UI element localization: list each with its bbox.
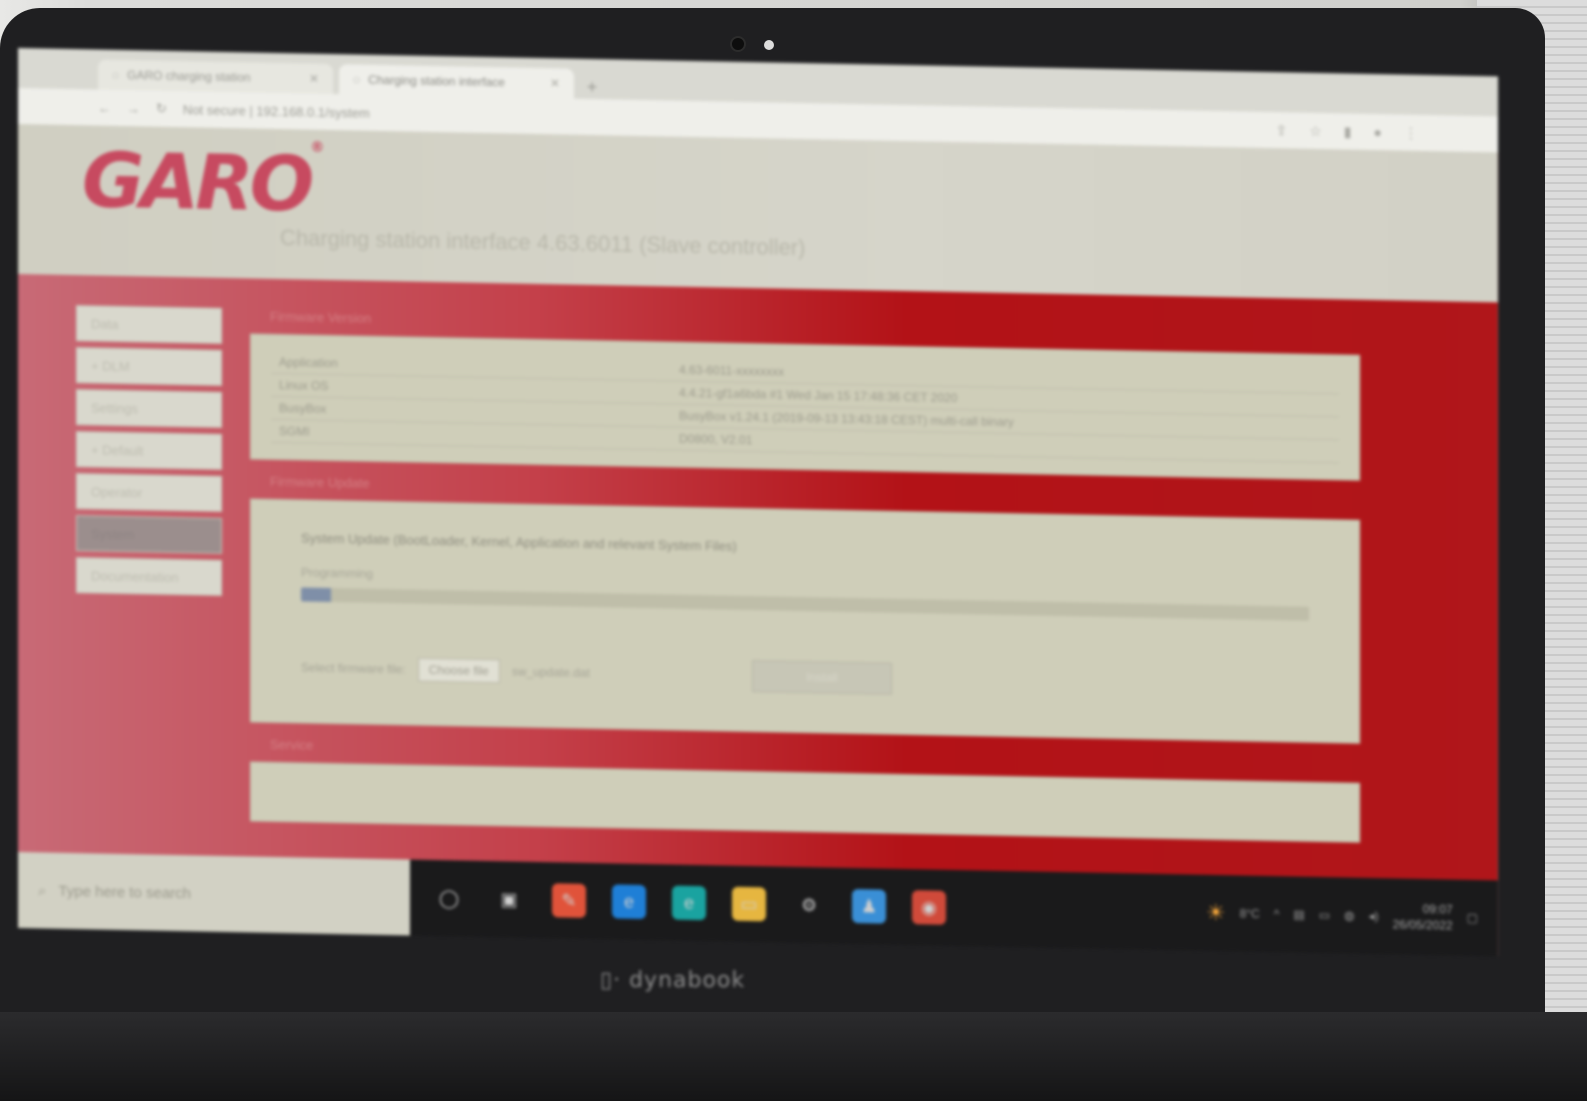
- sidebar-item-data[interactable]: Data: [76, 305, 222, 344]
- sidebar-item-operator[interactable]: Operator: [76, 473, 222, 512]
- file-select-label: Select firmware file:: [301, 660, 406, 677]
- webcam-icon: [730, 36, 746, 52]
- page-title: Charging station interface 4.63.6011 (Sl…: [280, 225, 806, 261]
- webcam-bar: [610, 26, 910, 62]
- sidepanel-icon[interactable]: ▮: [1344, 123, 1352, 140]
- close-icon[interactable]: ✕: [550, 76, 560, 90]
- temperature: 8°C: [1239, 906, 1260, 921]
- firmware-update-description: System Update (BootLoader, Kernel, Appli…: [301, 530, 737, 554]
- browser-toolbar-icons: ⇪ ☆ ▮ ● ⋮: [1276, 122, 1418, 142]
- favicon-icon: ◌: [112, 67, 120, 82]
- reload-icon[interactable]: ↻: [156, 101, 167, 117]
- taskbar-search[interactable]: ⌕ Type here to search: [18, 852, 410, 936]
- share-icon[interactable]: ⇪: [1276, 122, 1288, 139]
- service-panel: [250, 761, 1360, 843]
- version-label: BusyBox: [279, 401, 327, 416]
- sidebar-item-dlm[interactable]: + DLM: [76, 347, 222, 386]
- version-label: SGMI: [279, 424, 310, 439]
- cortana-icon[interactable]: ◯: [432, 881, 466, 916]
- version-label: Application: [279, 355, 338, 371]
- tab-label: GARO charging station: [127, 68, 251, 85]
- selected-file-name: sw_update.dat: [511, 664, 590, 680]
- profile-icon[interactable]: ●: [1374, 124, 1382, 141]
- file-explorer-icon[interactable]: ▭: [732, 886, 766, 922]
- laptop-screen: ◌ GARO charging station ✕ ◌ Charging sta…: [18, 48, 1498, 957]
- forward-arrow-icon[interactable]: →: [127, 101, 140, 116]
- garo-logo: GARO®: [82, 135, 321, 229]
- battery-icon[interactable]: ▭: [1319, 908, 1330, 922]
- system-tray: ☀ 8°C ^ ▤ ▭ ◍ ◂) 09:07 26/05/2022 ▢: [1206, 897, 1498, 935]
- favicon-icon: ◌: [353, 72, 361, 87]
- settings-gear-icon[interactable]: ⚙: [792, 888, 826, 923]
- new-tab-button[interactable]: +: [580, 75, 604, 99]
- page-header: GARO® Charging station interface 4.63.60…: [18, 124, 1498, 303]
- user-app-icon[interactable]: ♟: [852, 889, 886, 924]
- browser-tab-2[interactable]: ◌ Charging station interface ✕: [339, 64, 574, 99]
- laptop-hinge: [0, 1012, 1587, 1101]
- sidebar-item-default[interactable]: + Default: [76, 431, 222, 470]
- sidebar-nav: Data + DLM Settings + Default Operator S…: [76, 305, 226, 602]
- chevron-up-icon[interactable]: ^: [1274, 907, 1280, 921]
- notification-icon[interactable]: ▢: [1467, 911, 1478, 925]
- taskbar-apps: ◯ ▣ ✎ e e ▭ ⚙ ♟ ◉: [410, 881, 946, 925]
- sidebar-item-documentation[interactable]: Documentation: [76, 557, 222, 596]
- task-view-icon[interactable]: ▣: [492, 882, 526, 917]
- web-page: GARO® Charging station interface 4.63.60…: [18, 124, 1498, 957]
- firmware-version-panel: Application 4.63-6011-xxxxxxxx Linux OS …: [250, 333, 1360, 481]
- clock[interactable]: 09:07 26/05/2022: [1393, 900, 1453, 933]
- photo-scene: ◌ GARO charging station ✕ ◌ Charging sta…: [0, 0, 1587, 1101]
- version-label: Linux OS: [279, 378, 329, 393]
- clock-date: 26/05/2022: [1392, 917, 1453, 933]
- progress-fill: [301, 587, 332, 603]
- tab-label: Charging station interface: [368, 72, 505, 90]
- volume-icon[interactable]: ◂): [1369, 909, 1379, 923]
- weather-icon[interactable]: ☀: [1206, 900, 1226, 926]
- back-arrow-icon[interactable]: ←: [98, 100, 111, 115]
- sidebar-item-settings[interactable]: Settings: [76, 389, 222, 428]
- laptop-brand-logo: ▯· dynabook: [600, 968, 746, 993]
- main-content: Firmware Version Application 4.63-6011-x…: [250, 298, 1360, 856]
- choose-file-button[interactable]: Choose file: [417, 657, 500, 684]
- webcam-led: [764, 40, 774, 50]
- sidebar-item-system[interactable]: System: [76, 515, 222, 554]
- chrome-icon[interactable]: ◉: [912, 890, 946, 925]
- network-icon[interactable]: ▤: [1293, 907, 1304, 921]
- star-icon[interactable]: ☆: [1309, 122, 1322, 139]
- clock-time: 09:07: [1422, 901, 1453, 917]
- install-button[interactable]: Install: [751, 660, 892, 695]
- edge-legacy-icon[interactable]: e: [612, 884, 646, 920]
- firmware-update-panel: System Update (BootLoader, Kernel, Appli…: [250, 498, 1360, 744]
- globe-icon[interactable]: ◍: [1344, 908, 1354, 922]
- edge-icon[interactable]: e: [672, 885, 706, 921]
- close-icon[interactable]: ✕: [309, 72, 319, 86]
- app-orange-icon[interactable]: ✎: [552, 883, 586, 918]
- search-placeholder: Type here to search: [58, 882, 191, 902]
- search-icon: ⌕: [38, 881, 47, 900]
- menu-dots-icon[interactable]: ⋮: [1404, 124, 1418, 141]
- file-select-row: Select firmware file: Choose file sw_upd…: [301, 651, 1309, 702]
- browser-tab-1[interactable]: ◌ GARO charging station ✕: [98, 59, 333, 95]
